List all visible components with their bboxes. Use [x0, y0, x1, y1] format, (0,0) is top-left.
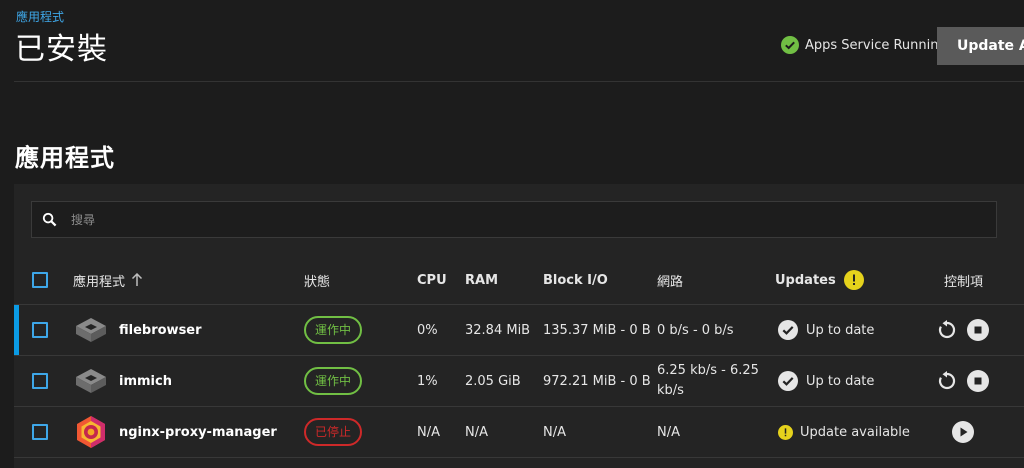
- app-logo-icon: [76, 318, 106, 342]
- app-name[interactable]: filebrowser: [119, 323, 202, 338]
- status-badge: 運作中: [304, 367, 363, 395]
- sort-arrow-up-icon: [131, 273, 143, 286]
- row-select-cell: [32, 356, 48, 406]
- start-button[interactable]: [952, 421, 974, 443]
- table-row[interactable]: nginx-proxy-manager 已停止 N/A N/A N/A N/A …: [14, 407, 1024, 458]
- update-all-button[interactable]: Update All: [937, 27, 1024, 65]
- ram-value: 2.05 GiB: [465, 373, 521, 389]
- search-icon: [42, 212, 57, 227]
- status-badge: 已停止: [304, 418, 363, 446]
- cpu-value: 0%: [417, 322, 438, 338]
- apps-table-card: 應用程式 狀態 CPU RAM Block I/O 網路 Updates 控制項: [14, 184, 1024, 468]
- column-header-cpu[interactable]: CPU: [417, 256, 447, 304]
- app-cell: nginx-proxy-manager: [73, 407, 277, 457]
- warning-icon: [843, 270, 864, 290]
- app-logo-icon: [76, 369, 106, 393]
- table-header: 應用程式 狀態 CPU RAM Block I/O 網路 Updates 控制項: [14, 256, 1024, 305]
- column-header-ram[interactable]: RAM: [465, 256, 498, 304]
- column-header-state[interactable]: 狀態: [304, 256, 330, 304]
- controls-cell: [952, 407, 974, 457]
- select-all-checkbox[interactable]: [32, 272, 48, 288]
- check-circle-icon: [778, 371, 798, 391]
- restart-button[interactable]: [936, 319, 958, 341]
- row-select-cell: [32, 305, 48, 355]
- service-status-text: Apps Service Running: [805, 37, 947, 53]
- network-value: 6.25 kb/s - 6.25 kb/s: [657, 363, 759, 398]
- row-select-cell: [32, 407, 48, 457]
- cpu-value: N/A: [417, 424, 440, 440]
- ram-value: N/A: [465, 424, 488, 440]
- header-divider: [14, 81, 1024, 82]
- page-title: 已安裝: [15, 32, 108, 67]
- cpu-value: 1%: [417, 373, 438, 389]
- select-all-cell: [32, 256, 48, 304]
- stop-button[interactable]: [967, 319, 989, 341]
- stop-icon: [967, 370, 989, 392]
- update-status: Update available: [778, 407, 910, 457]
- state-cell: 運作中: [304, 305, 363, 355]
- update-status: Up to date: [778, 356, 874, 406]
- ram-value: 32.84 MiB: [465, 322, 531, 338]
- block-io-value: 135.37 MiB - 0 B: [543, 322, 651, 338]
- state-cell: 運作中: [304, 356, 363, 406]
- warning-icon: [778, 424, 793, 440]
- nginx-proxy-manager-logo-icon: [77, 416, 105, 448]
- column-updates-label: Updates: [775, 272, 836, 288]
- stop-button[interactable]: [967, 370, 989, 392]
- column-header-updates[interactable]: Updates: [775, 256, 864, 304]
- check-circle-icon: [778, 320, 798, 340]
- table-row[interactable]: immich 運作中 1% 2.05 GiB 972.21 MiB - 0 B …: [14, 356, 1024, 407]
- search-box[interactable]: [31, 201, 997, 238]
- app-cell: immich: [73, 356, 172, 406]
- status-badge: 運作中: [304, 316, 363, 344]
- restart-icon: [938, 371, 956, 390]
- update-all-label: Update All: [957, 38, 1024, 54]
- column-header-controls: 控制項: [944, 274, 984, 290]
- row-checkbox[interactable]: [32, 373, 48, 389]
- controls-cell: [936, 305, 989, 355]
- play-icon: [952, 421, 974, 443]
- app-name[interactable]: immich: [119, 374, 172, 389]
- update-status-text: Up to date: [806, 322, 875, 338]
- update-status-text: Update available: [800, 424, 910, 440]
- apps-service-status: Apps Service Running: [781, 36, 947, 54]
- breadcrumb[interactable]: 應用程式: [16, 8, 64, 25]
- block-io-value: 972.21 MiB - 0 B: [543, 373, 651, 389]
- section-title: 應用程式: [15, 144, 115, 172]
- update-status: Up to date: [778, 305, 874, 355]
- search-input[interactable]: [71, 212, 951, 227]
- stop-icon: [967, 319, 989, 341]
- restart-icon: [938, 320, 956, 339]
- state-cell: 已停止: [304, 407, 363, 457]
- app-cell: filebrowser: [73, 305, 202, 355]
- restart-button[interactable]: [936, 370, 958, 392]
- column-app-label: 應用程式: [73, 274, 126, 290]
- column-header-app[interactable]: 應用程式: [73, 256, 143, 304]
- column-header-block-io[interactable]: Block I/O: [543, 256, 608, 304]
- row-checkbox[interactable]: [32, 322, 48, 338]
- column-header-network[interactable]: 網路: [657, 256, 683, 304]
- row-checkbox[interactable]: [32, 424, 48, 440]
- network-value: N/A: [657, 424, 680, 440]
- app-name[interactable]: nginx-proxy-manager: [119, 425, 277, 440]
- table-row[interactable]: filebrowser 運作中 0% 32.84 MiB 135.37 MiB …: [14, 305, 1024, 356]
- controls-cell: [936, 356, 989, 406]
- block-io-value: N/A: [543, 424, 566, 440]
- network-value: 0 b/s - 0 b/s: [657, 322, 734, 338]
- check-circle-icon: [781, 36, 799, 54]
- update-status-text: Up to date: [806, 373, 875, 389]
